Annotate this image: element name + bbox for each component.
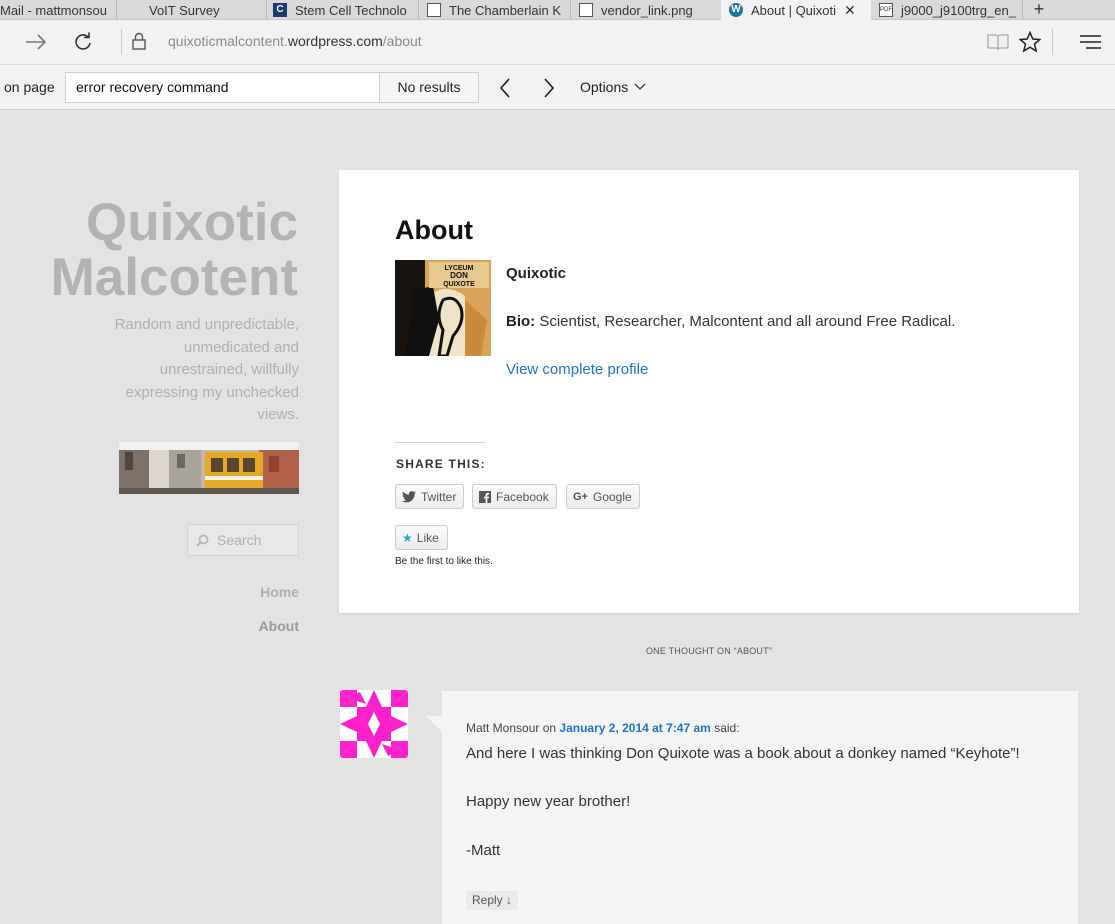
forward-button[interactable]	[22, 28, 50, 56]
tab-voit-survey[interactable]: VoIT Survey	[117, 0, 267, 20]
like-label: Like	[416, 530, 439, 545]
chevron-left-icon	[499, 78, 510, 98]
find-results-status: No results	[379, 72, 479, 103]
bio-label: Bio:	[506, 313, 536, 330]
address-path: /about	[382, 33, 422, 49]
find-on-page-bar: on page error recovery command No result…	[0, 64, 1115, 110]
share-title: SHARE THIS:	[396, 457, 486, 471]
search-icon	[196, 534, 209, 547]
share-twitter-label: Twitter	[421, 489, 457, 504]
comment-author: Matt Monsour	[466, 721, 540, 735]
site-title[interactable]: Quixotic Malcotent	[51, 195, 298, 305]
svg-text:DON: DON	[450, 271, 468, 280]
reply-button[interactable]: Reply ↓	[466, 891, 519, 910]
comment-paragraph: And here I was thinking Don Quixote was …	[466, 745, 1020, 762]
like-note: Be the first to like this.	[395, 556, 493, 567]
find-input[interactable]: error recovery command	[65, 72, 380, 103]
search-placeholder: Search	[217, 532, 262, 548]
find-label: on page	[4, 79, 55, 95]
lock-icon	[132, 32, 146, 50]
find-options-button[interactable]: Options	[580, 79, 646, 95]
share-twitter-button[interactable]: Twitter	[395, 484, 465, 509]
post-title: About	[395, 215, 473, 245]
tab-bar: Mail - mattmonsou VoIT Survey C Stem Cel…	[0, 0, 1115, 20]
comment-said: said:	[714, 721, 740, 735]
header-image-tram	[119, 442, 299, 494]
favorite-star-icon[interactable]	[1019, 31, 1041, 53]
sidebar-search-input[interactable]: Search	[187, 524, 299, 556]
tab-stem-cell[interactable]: C Stem Cell Technolo	[267, 0, 419, 20]
address-bar[interactable]: quixoticmalcontent.wordpress.com/about	[168, 33, 422, 49]
find-next-button[interactable]	[537, 76, 561, 100]
hub-menu-icon[interactable]	[1080, 34, 1102, 50]
site-title-line1: Quixotic	[85, 193, 298, 252]
google-plus-icon: G+	[573, 490, 588, 503]
comment: Matt Monsour on January 2, 2014 at 7:47 …	[442, 691, 1078, 924]
share-facebook-button[interactable]: Facebook	[472, 484, 557, 509]
share-facebook-label: Facebook	[496, 489, 549, 504]
document-icon	[427, 3, 441, 17]
wordpress-icon: W	[729, 3, 743, 17]
tab-pdf[interactable]: PDF j9000_j9100trg_en_	[871, 0, 1023, 20]
refresh-icon	[75, 32, 91, 50]
share-google-label: Google	[592, 489, 632, 504]
twitter-icon	[402, 490, 416, 502]
tab-title: j9000_j9100trg_en_	[901, 2, 1016, 18]
tab-title: About | Quixoti	[751, 2, 837, 18]
comments-title: ONE THOUGHT ON “ABOUT”	[645, 646, 773, 656]
comment-paragraph: Happy new year brother!	[466, 793, 631, 810]
forward-arrow-icon	[26, 34, 47, 50]
share-google-button[interactable]: G+ Google	[566, 484, 640, 509]
share-divider	[395, 442, 485, 443]
post-card: About LYCEUM DON QUIXOTE Quixotic Bio: S…	[339, 170, 1079, 613]
facebook-icon	[479, 490, 491, 503]
new-tab-button[interactable]: +	[1024, 0, 1054, 20]
comment-meta: Matt Monsour on January 2, 2014 at 7:47 …	[466, 721, 740, 735]
address-prefix: quixoticmalcontent.	[168, 33, 288, 49]
nav-item-home[interactable]: Home	[259, 584, 299, 618]
site-description: Random and unpredictable, unmedicated an…	[114, 316, 299, 424]
chevron-down-icon	[634, 83, 646, 90]
tab-mail[interactable]: Mail - mattmonsou	[0, 0, 117, 20]
comment-on-word: on	[542, 721, 557, 735]
view-profile-link[interactable]: View complete profile	[506, 361, 648, 378]
find-options-label: Options	[580, 79, 629, 95]
like-button[interactable]: ★ Like	[395, 525, 448, 550]
stemcell-favicon-icon: C	[273, 3, 287, 17]
comment-pointer	[426, 716, 442, 732]
tab-chamberlain[interactable]: The Chamberlain K	[419, 0, 571, 20]
tab-vendor-link[interactable]: vendor_link.png	[571, 0, 721, 20]
author-name: Quixotic	[506, 265, 567, 282]
svg-text:QUIXOTE: QUIXOTE	[443, 281, 475, 288]
comment-paragraph: -Matt	[466, 842, 501, 859]
address-domain: wordpress.com	[287, 33, 383, 49]
comment-date-link[interactable]: January 2, 2014 at 7:47 am	[559, 721, 710, 735]
find-previous-button[interactable]	[493, 76, 517, 100]
refresh-button[interactable]	[69, 28, 97, 56]
pdf-icon: PDF	[879, 3, 893, 17]
star-icon: ★	[402, 530, 413, 545]
chevron-right-icon	[544, 78, 555, 98]
author-avatar-don-quixote[interactable]: LYCEUM DON QUIXOTE	[395, 260, 491, 356]
commenter-avatar[interactable]	[340, 690, 408, 758]
site-title-line2: Malcotent	[50, 248, 298, 307]
tab-about-quixotic[interactable]: W About | Quixoti ✕	[721, 0, 871, 20]
close-tab-icon[interactable]: ✕	[844, 2, 856, 19]
sidebar-nav: Home About	[259, 584, 299, 652]
tab-title: vendor_link.png	[601, 2, 693, 18]
image-icon	[579, 3, 593, 17]
tab-title: VoIT Survey	[149, 2, 220, 18]
author-bio: Bio: Scientist, Researcher, Malcontent a…	[506, 313, 955, 330]
tab-title: The Chamberlain K	[449, 2, 561, 18]
tab-title: Stem Cell Technolo	[295, 2, 407, 18]
tab-title: Mail - mattmonsou	[0, 2, 107, 18]
bio-text: Scientist, Researcher, Malcontent and al…	[539, 313, 956, 330]
nav-item-about[interactable]: About	[259, 618, 299, 652]
reading-view-icon[interactable]	[987, 33, 1009, 51]
